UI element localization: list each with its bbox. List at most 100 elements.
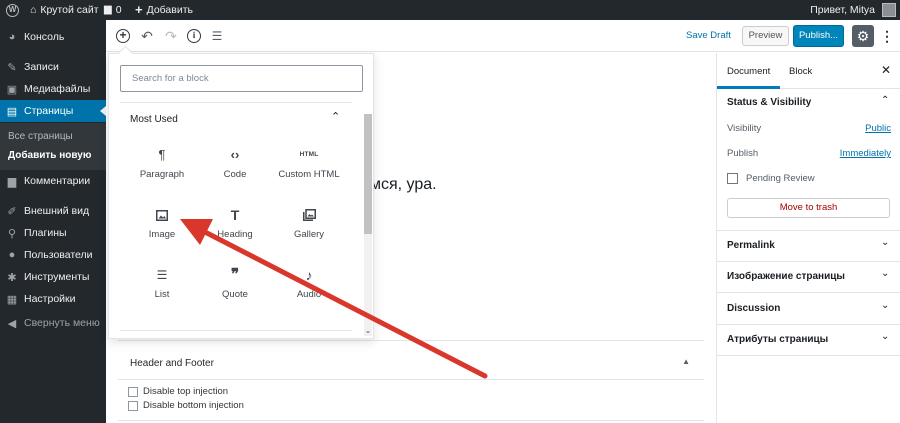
chevron-up-icon[interactable]: ⌃: [331, 110, 340, 123]
outline-button[interactable]: ☰: [206, 25, 228, 47]
avatar: [882, 3, 896, 17]
header-footer-metabox: Header and Footer ▲ Disable top injectio…: [118, 340, 704, 423]
collapse-arrow-icon[interactable]: ▲: [682, 357, 690, 366]
menu-item-dashboard[interactable]: ◕ Консоль: [0, 26, 106, 48]
account-menu[interactable]: Привет, Mitya: [810, 0, 896, 20]
dashboard-icon: ◕: [8, 31, 16, 43]
image-icon: [156, 206, 168, 224]
info-button[interactable]: i: [183, 25, 205, 47]
block-gallery[interactable]: Gallery: [273, 206, 345, 252]
block-heading[interactable]: T Heading: [199, 206, 271, 252]
menu-item-settings[interactable]: ▦ Настройки: [0, 288, 106, 310]
block-label: Code: [223, 169, 247, 180]
collapse-menu-button[interactable]: ◀ Свернуть меню: [0, 312, 106, 334]
menu-item-users[interactable]: ● Пользователи: [0, 244, 106, 266]
plus-icon: +: [135, 2, 143, 17]
close-icon[interactable]: ✕: [881, 63, 891, 77]
menu-item-label: Инструменты: [24, 271, 90, 283]
undo-button[interactable]: ↶: [136, 25, 158, 47]
html-icon: HTML: [299, 151, 319, 158]
block-custom-html[interactable]: HTML Custom HTML: [273, 146, 345, 192]
move-to-trash-button[interactable]: Move to trash: [727, 198, 890, 218]
scrollbar-thumb[interactable]: [364, 114, 372, 234]
settings-button[interactable]: ⚙: [852, 25, 874, 47]
pending-review-option[interactable]: Pending Review: [727, 173, 815, 184]
audio-icon: ♪: [305, 267, 313, 283]
add-block-button[interactable]: +: [112, 25, 134, 47]
publish-button[interactable]: Publish...: [793, 25, 844, 47]
submenu-all-pages[interactable]: Все страницы: [8, 131, 73, 142]
menu-item-label: Комментарии: [24, 175, 91, 187]
discussion-heading[interactable]: Discussion: [727, 303, 780, 314]
menu-item-label: Консоль: [24, 31, 65, 43]
chevron-down-icon[interactable]: ⌄: [881, 300, 889, 311]
block-code[interactable]: ‹› Code: [199, 146, 271, 192]
menu-item-label: Медиафайлы: [24, 83, 91, 95]
new-content-link[interactable]: + Добавить: [135, 0, 193, 20]
block-label: Heading: [217, 229, 253, 240]
site-name-link[interactable]: ⌂ Крутой сайт: [30, 0, 99, 20]
block-label: Audio: [296, 289, 322, 300]
menu-item-tools[interactable]: ✱ Инструменты: [0, 266, 106, 288]
greeting: Привет, Mitya: [810, 4, 875, 16]
more-vertical-icon: ⋮: [880, 28, 894, 44]
checkbox-label: Disable bottom injection: [143, 400, 244, 411]
permalink-heading[interactable]: Permalink: [727, 240, 775, 251]
chevron-down-icon[interactable]: ⌄: [881, 268, 889, 279]
undo-icon: ↶: [141, 27, 153, 44]
more-menu-button[interactable]: ⋮: [880, 26, 894, 46]
wrench-icon: ✱: [7, 271, 17, 284]
page-attributes-heading[interactable]: Атрибуты страницы: [727, 334, 828, 345]
block-quote[interactable]: ❞ Quote: [199, 266, 271, 312]
menu-item-pages[interactable]: ▤ Страницы: [0, 100, 106, 122]
comments-link[interactable]: ▆ 0: [104, 0, 122, 20]
code-icon: ‹›: [230, 147, 240, 162]
block-audio[interactable]: ♪ Audio: [273, 266, 345, 312]
brush-icon: ✐: [7, 205, 17, 218]
plugin-icon: ⚲: [7, 227, 17, 240]
checkbox[interactable]: [727, 173, 738, 184]
block-list[interactable]: ☰ List: [126, 266, 198, 312]
chevron-down-icon[interactable]: ⌄: [881, 237, 889, 248]
comment-icon: ▆: [104, 4, 112, 15]
submenu-add-new[interactable]: Добавить новую: [8, 150, 91, 161]
block-label: Gallery: [293, 229, 325, 240]
block-search-input[interactable]: [120, 65, 363, 92]
save-draft-button[interactable]: Save Draft: [686, 30, 731, 41]
comment-icon: ▆: [7, 175, 17, 188]
disable-top-injection-option[interactable]: Disable top injection: [128, 386, 228, 397]
block-image[interactable]: Image: [126, 206, 198, 252]
menu-item-appearance[interactable]: ✐ Внешний вид: [0, 200, 106, 222]
tab-document[interactable]: Document: [716, 66, 781, 89]
menu-item-plugins[interactable]: ⚲ Плагины: [0, 222, 106, 244]
chevron-down-icon[interactable]: ⌄: [881, 331, 889, 342]
paragraph-icon: ¶: [158, 147, 166, 162]
menu-item-media[interactable]: ▣ Медиафайлы: [0, 78, 106, 100]
chevron-up-icon[interactable]: ⌃: [881, 95, 889, 106]
menu-item-comments[interactable]: ▆ Комментарии: [0, 170, 106, 192]
redo-button[interactable]: ↷: [160, 25, 182, 47]
status-visibility-heading[interactable]: Status & Visibility: [727, 97, 811, 108]
checkbox[interactable]: [128, 400, 138, 411]
preview-button[interactable]: Preview: [742, 26, 789, 46]
divider: [717, 324, 900, 325]
wordpress-logo-icon[interactable]: W: [6, 0, 19, 20]
menu-item-posts[interactable]: ✎ Записи: [0, 56, 106, 78]
gallery-icon: [302, 206, 316, 224]
site-name: Крутой сайт: [40, 4, 99, 16]
home-icon: ⌂: [30, 4, 37, 16]
tab-block[interactable]: Block: [789, 66, 812, 77]
disable-bottom-injection-option[interactable]: Disable bottom injection: [128, 400, 244, 411]
menu-item-label: Пользователи: [24, 249, 93, 261]
panel-title[interactable]: Most Used: [130, 114, 178, 125]
featured-image-heading[interactable]: Изображение страницы: [727, 271, 845, 282]
menu-item-label: Настройки: [24, 293, 76, 305]
divider: [717, 292, 900, 293]
checkbox[interactable]: [128, 386, 138, 397]
publish-date-link[interactable]: Immediately: [840, 148, 891, 159]
menu-item-label: Страницы: [24, 105, 74, 117]
paragraph-block[interactable]: мся, ура.: [370, 176, 437, 194]
scroll-down-icon[interactable]: ⌄: [364, 326, 372, 336]
block-paragraph[interactable]: ¶ Paragraph: [126, 146, 198, 192]
visibility-link[interactable]: Public: [865, 123, 891, 134]
